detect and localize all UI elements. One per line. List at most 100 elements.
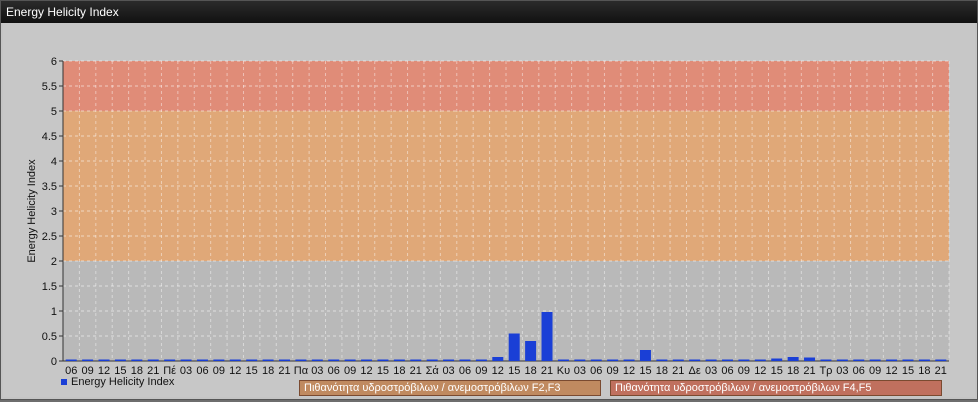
bar <box>590 359 602 361</box>
bar <box>196 359 208 361</box>
y-tick-label: 1 <box>51 306 57 318</box>
x-tick-label: 03 <box>836 365 848 377</box>
series-legend-swatch <box>61 379 67 385</box>
bar <box>295 359 307 361</box>
band-legend-f2f3: Πιθανότητα υδροστρόβιλων / ανεμοστρόβιλω… <box>299 380 601 396</box>
bar <box>410 359 422 361</box>
bar <box>722 359 733 361</box>
x-tick-label: 03 <box>705 365 717 377</box>
bar <box>639 350 651 361</box>
bar <box>557 359 569 361</box>
x-tick-label: 15 <box>771 365 783 377</box>
bar <box>180 359 192 361</box>
series-legend-label: Energy Helicity Index <box>71 376 175 388</box>
bar <box>426 359 438 361</box>
bar <box>492 357 504 361</box>
bar <box>279 359 290 361</box>
bar <box>508 333 520 361</box>
series-legend[interactable]: Energy Helicity Index <box>61 376 174 388</box>
y-tick-label: 0.5 <box>42 331 57 343</box>
ehi-bar-chart: 0 0.5 1 1.5 2 2.5 3 3.5 4 4.5 5 5.5 6 Energy Helicity… <box>26 56 950 377</box>
bar <box>902 359 914 361</box>
bar <box>804 357 816 361</box>
y-tick-label: 0 <box>51 356 57 368</box>
y-tick-label: 1.5 <box>42 281 57 293</box>
x-tick-label: Κυ <box>557 365 570 377</box>
x-tick-label: 12 <box>623 365 635 377</box>
x-tick-label: 15 <box>377 365 389 377</box>
y-axis-label: Energy Helicity Index <box>26 159 38 263</box>
x-tick-label: Σά <box>426 365 440 377</box>
bar <box>98 359 110 361</box>
x-tick-label: 06 <box>459 365 471 377</box>
x-tick-label: 15 <box>639 365 651 377</box>
x-tick-label: 18 <box>393 365 405 377</box>
x-tick-label: 03 <box>574 365 586 377</box>
bar <box>656 359 668 361</box>
x-tick-label: 18 <box>524 365 536 377</box>
x-tick-label: 09 <box>738 365 750 377</box>
bar <box>246 359 258 361</box>
bar <box>459 359 471 361</box>
y-tick-label: 3 <box>51 206 57 218</box>
bar <box>131 359 143 361</box>
bar <box>886 359 898 361</box>
bar <box>754 359 766 361</box>
bar <box>574 359 586 361</box>
bar <box>787 357 799 361</box>
y-tick-label: 3.5 <box>42 181 57 193</box>
bar <box>361 359 373 361</box>
bar <box>229 359 241 361</box>
bar <box>65 359 77 361</box>
x-tick-label: 09 <box>607 365 619 377</box>
y-tick-label: 2 <box>51 256 57 268</box>
x-tick-label: 12 <box>885 365 897 377</box>
x-tick-label: 12 <box>229 365 241 377</box>
bar <box>377 359 389 361</box>
bar <box>672 359 684 361</box>
x-tick-label: 12 <box>492 365 504 377</box>
x-tick-label: 21 <box>935 365 947 377</box>
bar <box>443 359 455 361</box>
chart-window: Energy Helicity Index 0 0.5 1 1.5 2 2.5 3 3.5 4 4… <box>0 0 978 400</box>
bar <box>918 359 930 361</box>
x-tick-label: 03 <box>180 365 192 377</box>
x-tick-label: 21 <box>278 365 290 377</box>
x-tick-label: 06 <box>721 365 733 377</box>
x-tick-label: 12 <box>754 365 766 377</box>
y-tick-label: 4.5 <box>42 131 57 143</box>
bar <box>869 359 881 361</box>
x-tick-label: 06 <box>328 365 340 377</box>
bar <box>525 341 537 361</box>
x-tick-label: 03 <box>311 365 323 377</box>
x-tick-label: 18 <box>787 365 799 377</box>
bar <box>164 359 176 361</box>
x-tick-label: Τρ <box>819 365 832 377</box>
x-tick-label: Δε <box>689 365 701 377</box>
bar <box>935 359 947 361</box>
y-tick-label: 5 <box>51 106 57 118</box>
x-tick-label: 21 <box>541 365 553 377</box>
bar <box>820 359 832 361</box>
x-tick-label: 12 <box>360 365 372 377</box>
bar <box>262 359 274 361</box>
bar <box>738 359 750 361</box>
x-tick-label: 06 <box>590 365 602 377</box>
x-tick-label: 18 <box>656 365 668 377</box>
bar <box>623 359 635 361</box>
bar <box>853 359 865 361</box>
bar <box>689 359 701 361</box>
y-tick-label: 5.5 <box>42 81 57 93</box>
x-tick-label: 21 <box>672 365 684 377</box>
x-tick-label: 15 <box>508 365 520 377</box>
bar <box>607 359 619 361</box>
x-tick-label: 21 <box>803 365 815 377</box>
bar <box>344 359 356 361</box>
bar <box>147 359 159 361</box>
bar <box>82 359 94 361</box>
x-tick-label: 06 <box>196 365 208 377</box>
band-legend-f4f5: Πιθανότητα υδροστρόβιλων / ανεμοστρόβιλω… <box>610 380 942 396</box>
bar <box>393 359 405 361</box>
bar <box>475 359 487 361</box>
bar <box>705 359 717 361</box>
